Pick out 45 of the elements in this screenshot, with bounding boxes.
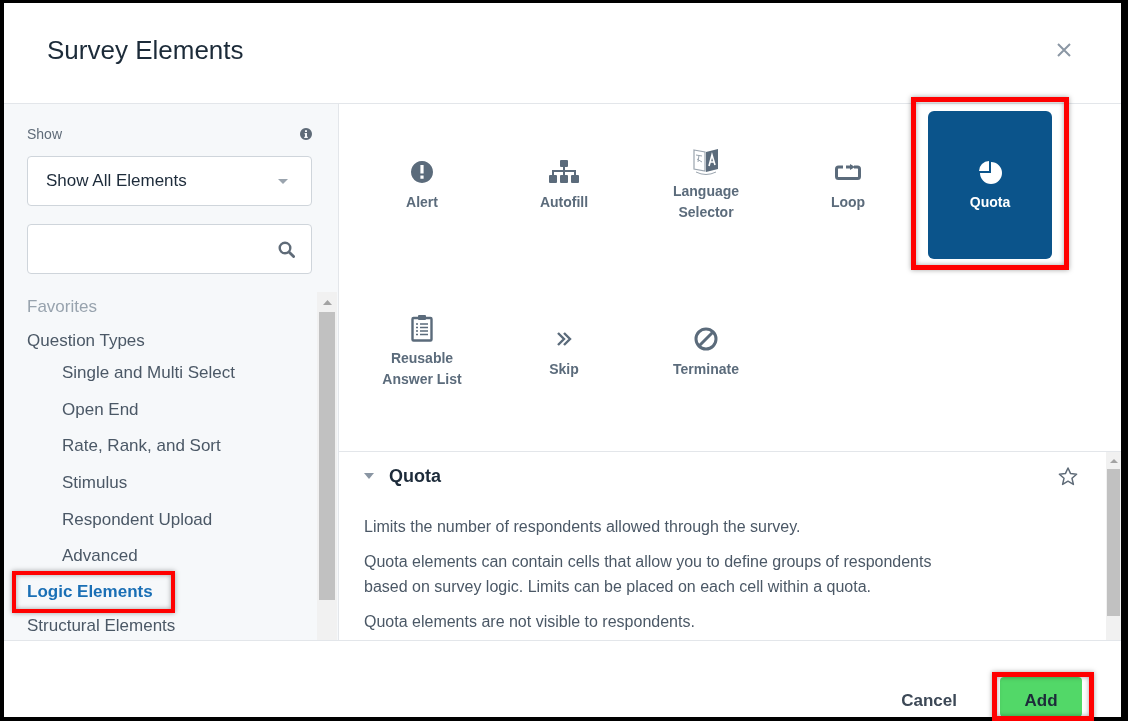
element-tile[interactable]: Loop xyxy=(786,111,910,259)
description-paragraph: Limits the number of respondents allowed through the survey. xyxy=(364,517,802,537)
tree-item[interactable]: Question Types xyxy=(27,330,145,352)
exclamation-icon xyxy=(410,159,434,184)
scrollbar-thumb[interactable] xyxy=(1107,469,1120,616)
tree-item[interactable]: Single and Multi Select xyxy=(62,362,235,385)
tree-item[interactable]: Stimulus xyxy=(62,472,128,495)
search-icon[interactable] xyxy=(278,240,295,258)
clipboard-icon xyxy=(411,314,433,342)
double-chevron-icon xyxy=(556,330,572,347)
translate-book-icon xyxy=(693,147,719,175)
tree-item[interactable]: Respondent Upload xyxy=(62,508,213,531)
description-paragraph: Quota elements are not visible to respondents. xyxy=(364,612,696,632)
dialog-title: Survey Elements xyxy=(47,34,244,66)
element-tile[interactable]: Reusable Answer List xyxy=(360,278,484,426)
sitemap-icon xyxy=(549,159,579,184)
search-field[interactable] xyxy=(27,224,312,274)
element-tile[interactable]: Language Selector xyxy=(644,111,768,259)
add-button[interactable]: Add xyxy=(1000,677,1082,717)
star-icon[interactable] xyxy=(1058,466,1078,486)
tree-item[interactable]: Open End xyxy=(62,398,139,421)
scrollbar-thumb[interactable] xyxy=(319,312,335,600)
tree-item[interactable]: Structural Elements xyxy=(27,614,176,637)
filter-dropdown[interactable]: Show All Elements xyxy=(27,156,312,206)
caret-icon xyxy=(278,178,288,184)
tree-item[interactable]: Logic Elements xyxy=(27,580,153,603)
close-icon[interactable] xyxy=(1057,43,1071,57)
element-tile[interactable]: Quota xyxy=(928,111,1052,259)
element-tile[interactable]: Alert xyxy=(360,111,484,259)
element-tile[interactable]: Autofill xyxy=(502,111,626,259)
scroll-up-icon[interactable] xyxy=(1109,459,1118,463)
caret-icon[interactable] xyxy=(364,473,374,479)
filter-label: Show xyxy=(27,125,63,144)
description-paragraph: Quota elements can contain cells that allow you to define groups of respondents based on survey logic. Limits can be placed on each cell within a quota. xyxy=(364,552,933,597)
tree-item[interactable]: Advanced xyxy=(62,545,138,568)
tree-item[interactable]: Rate, Rank, and Sort xyxy=(62,435,221,458)
ban-icon xyxy=(694,326,718,351)
cancel-button[interactable]: Cancel xyxy=(889,677,969,717)
info-icon[interactable] xyxy=(300,128,312,140)
element-tile[interactable]: Terminate xyxy=(644,278,768,426)
details-title: Quota xyxy=(389,465,442,487)
loop-arrow-icon xyxy=(835,163,861,180)
scroll-up-icon[interactable] xyxy=(322,300,332,305)
element-tile[interactable]: Skip xyxy=(502,278,626,426)
pie-chart-icon xyxy=(978,159,1002,184)
